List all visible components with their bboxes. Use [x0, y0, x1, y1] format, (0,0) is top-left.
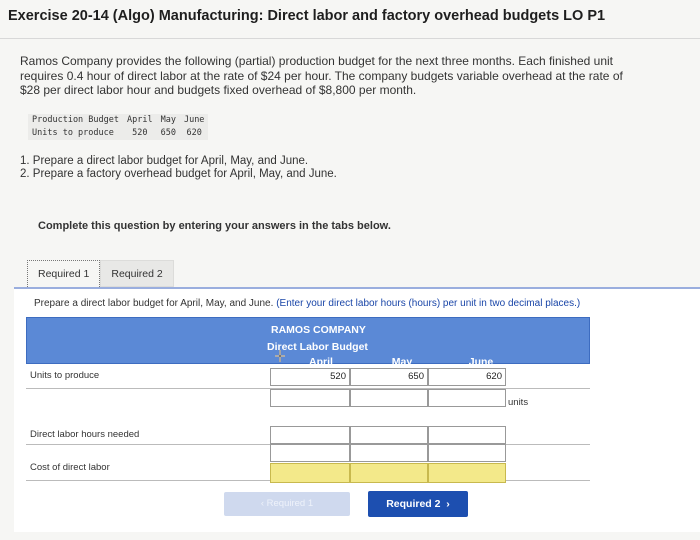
tab-required-1[interactable]: Required 1 [27, 260, 101, 287]
instruction-main: Prepare a direct labor budget for April,… [34, 298, 274, 309]
budget-header: RAMOS COMPANY Direct Labor Budget April … [26, 317, 590, 368]
next-button-label: Required 2 [386, 498, 441, 510]
cell-units-april: 520 [270, 368, 350, 386]
prev-button[interactable]: ‹ Required 1 [224, 492, 350, 516]
page-title: Exercise 20-14 (Algo) Manufacturing: Dir… [8, 8, 606, 24]
row-label-units: Units to produce [30, 370, 100, 381]
input-hours-per-unit-april[interactable] [270, 389, 350, 407]
problem-text-line: $28 per direct labor hour and budgets fi… [20, 83, 417, 97]
complete-instruction: Complete this question by entering your … [38, 220, 391, 232]
next-button[interactable]: Required 2 › [368, 491, 468, 517]
answer-panel: Prepare a direct labor budget for April,… [14, 287, 700, 532]
panel-instruction: Prepare a direct labor budget for April,… [34, 298, 580, 309]
month-april: April [127, 115, 153, 125]
divider [0, 38, 700, 39]
task-item: 1. Prepare a direct labor budget for Apr… [20, 155, 309, 167]
input-hours-april[interactable] [270, 426, 350, 444]
input-cost-april[interactable] [270, 463, 350, 483]
cell-units-may: 650 [350, 368, 428, 386]
input-cost-may[interactable] [350, 463, 428, 483]
prev-button-label: Required 1 [266, 498, 314, 509]
row-label-hours: Direct labor hours needed [30, 429, 140, 440]
problem-text: Ramos Company provides the following (pa… [20, 54, 690, 98]
instruction-note: (Enter your direct labor hours (hours) p… [276, 298, 581, 309]
input-cost-june[interactable] [428, 463, 506, 483]
row-label-cost: Cost of direct labor [30, 462, 110, 473]
production-budget-table: Production Budget April May June Units t… [28, 114, 209, 140]
units-may: 650 [160, 128, 176, 138]
units-label: Units to produce [32, 128, 114, 138]
task-item: 2. Prepare a factory overhead budget for… [20, 168, 337, 180]
units-april: 520 [132, 128, 148, 138]
input-hours-per-unit-may[interactable] [350, 389, 428, 407]
task-list: 1. Prepare a direct labor budget for Apr… [20, 155, 337, 181]
company-name: RAMOS COMPANY [271, 324, 366, 336]
tab-bar: Required 1 Required 2 [27, 260, 174, 287]
problem-text-line: Ramos Company provides the following (pa… [20, 54, 613, 68]
cell-units-june: 620 [428, 368, 506, 386]
input-hours-june[interactable] [428, 426, 506, 444]
units-suffix: units [508, 397, 529, 408]
problem-text-line: requires 0.4 hour of direct labor at the… [20, 68, 623, 83]
month-june: June [183, 115, 205, 125]
tab-required-2[interactable]: Required 2 [100, 260, 174, 287]
month-may: May [160, 115, 176, 125]
production-budget-label: Production Budget [32, 115, 119, 125]
input-hours-per-unit-june[interactable] [428, 389, 506, 407]
input-hours-may[interactable] [350, 426, 428, 444]
chevron-right-icon: › [440, 498, 450, 510]
units-june: 620 [186, 128, 202, 138]
